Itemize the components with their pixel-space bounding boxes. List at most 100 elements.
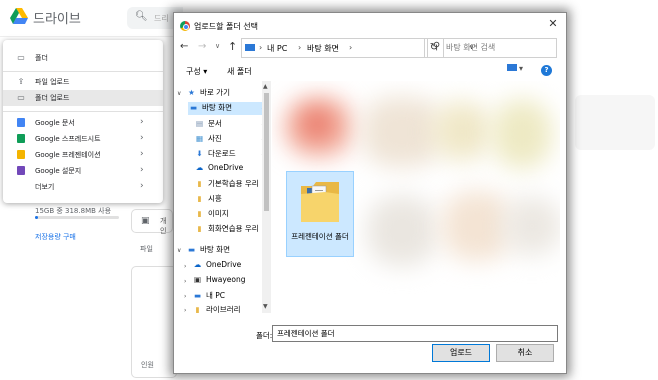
folder-name-field[interactable] [272,325,558,342]
nav-item-pictures[interactable]: ▦사진 📌︎ [194,133,269,146]
breadcrumb-item[interactable]: 내 PC [267,43,287,54]
menu-divider [3,71,163,72]
search-icon: ⚲ [433,41,441,52]
nav-item-user[interactable]: ▣ Hwayeong [192,275,246,288]
menu-item-label: Google 프레젠테이션 [35,151,101,159]
nav-item-onedrive[interactable]: ☁ OneDrive [192,260,242,273]
nav-item-this-pc[interactable]: ▬ 내 PC [192,290,225,303]
pc-icon [245,44,255,51]
scroll-up-icon[interactable]: ▲ [263,83,268,90]
nav-item-folder[interactable]: ▮ 시흥 [194,193,221,206]
cancel-button[interactable]: 취소 [496,344,554,362]
library-icon: ▮ [195,305,200,313]
chevron-right-icon: › [140,149,144,159]
nav-item-label: 바로 가기 [200,88,230,97]
menu-item-label: Google 문서 [35,119,75,127]
menu-divider [3,111,163,112]
nav-item-folder[interactable]: ▮ 회화연습용 우리 [194,223,258,236]
file-card[interactable]: 인원 [131,266,177,378]
help-icon[interactable]: ? [541,65,552,76]
organize-button[interactable]: 구성 ▾ [186,66,207,77]
chevron-right-icon: › [140,181,144,191]
scroll-down-icon[interactable]: ▼ [263,303,268,310]
background-area [565,0,658,380]
more-icon [16,182,26,192]
menu-item-google-sheets[interactable]: Google 스프레드시트 › [3,131,163,147]
new-folder-button[interactable]: 새 폴더 [227,66,252,77]
menu-item-file-upload[interactable]: ⇪ 파일 업로드 [3,74,163,90]
files-section-label: 파일 [140,245,153,253]
search-icon: 🔍︎ [135,11,148,22]
view-options-button[interactable]: ▾ [507,64,523,73]
folder-icon: ▮ [197,194,202,203]
file-card-label: 인원 [141,361,154,369]
menu-item-google-docs[interactable]: Google 문서 › [3,115,163,131]
slides-icon [16,150,26,160]
buy-storage-link[interactable]: 저장용량 구매 [35,232,76,242]
nav-item-folder[interactable]: ▮ 이미지 [194,208,229,221]
new-folder-icon: ▭ [17,53,25,62]
breadcrumb-item[interactable]: 바탕 화면 [307,43,339,54]
nav-item-onedrive-pinned[interactable]: ☁ OneDrive [194,163,244,176]
breadcrumb-separator: › [349,43,353,52]
nav-item-label: 다운로드 [208,149,236,158]
drive-title: 드라이브 [33,12,81,27]
folder-field-label: 폴더: [256,331,273,340]
nav-item-libraries[interactable]: ▮ 라이브러리 [192,304,240,313]
drive-logo-icon [10,8,28,24]
forms-icon [16,166,26,176]
recent-locations-chevron-icon[interactable]: ∨ [215,42,220,50]
desktop-icon: ▬ [189,103,198,112]
menu-item-label: 더보기 [35,183,55,191]
up-arrow-icon[interactable]: ↑ [228,40,237,53]
nav-item-label: 이미지 [208,209,229,218]
menu-item-folder-upload[interactable]: ▭ 폴더 업로드 [3,90,163,106]
storage-usage-bar [35,216,119,219]
nav-item-label: 문서 [208,119,222,128]
menu-item-label: 폴더 [35,54,48,62]
scrollbar-thumb[interactable] [264,93,269,211]
navigation-pane: ∨ ★바로 가기 ▬바탕 화면 📌︎ ▤문서 📌︎ ▦사진 📌︎ ⬇다운로드 📌… [174,81,270,314]
nav-item-documents[interactable]: ▤문서 📌︎ [194,118,269,131]
selected-folder-item[interactable]: 프레젠테이션 폴더 [286,171,354,257]
menu-item-label: Google 스프레드시트 [35,135,101,143]
menu-item-more[interactable]: 더보기 › [3,179,163,195]
forward-arrow-icon[interactable]: → [198,41,206,52]
folder-search-box[interactable]: ⚲ [427,38,557,58]
menu-item-label: 폴더 업로드 [35,94,70,102]
nav-item-folder[interactable]: ▮ 기본학습용 우리 [194,178,258,191]
shared-drive-row[interactable]: ▣ 개인 [131,209,173,235]
nav-item-downloads[interactable]: ⬇다운로드 📌︎ [194,148,268,161]
blurred-item [367,196,437,266]
nav-pane-scrollbar[interactable]: ▲ ▼ [262,81,271,313]
nav-item-desktop[interactable]: ▬바탕 화면 📌︎ [188,102,269,115]
chevron-right-icon[interactable]: › [184,263,186,270]
onedrive-icon: ☁ [193,260,202,269]
chevron-right-icon[interactable]: › [184,293,186,300]
folder-search-input[interactable] [446,41,550,54]
onedrive-icon: ☁ [195,163,204,172]
nav-item-quick-access[interactable]: ★ 바로 가기 [186,87,230,100]
nav-item-label: 내 PC [206,291,226,300]
close-icon[interactable]: ✕ [546,17,560,31]
pictures-icon: ▦ [195,134,204,143]
folder-select-dialog: 업로드할 폴더 선택 ✕ ← → ∨ ↑ › 내 PC › 바탕 화면 › ∨ … [173,12,567,374]
download-icon: ⬇ [196,149,203,158]
chevron-down-icon[interactable]: ∨ [177,247,181,254]
blurred-item [502,196,560,256]
menu-item-google-forms[interactable]: Google 설문지 › [3,163,163,179]
pc-icon: ▬ [193,291,202,300]
menu-item-google-slides[interactable]: Google 프레젠테이션 › [3,147,163,163]
chevron-right-icon[interactable]: › [184,278,186,285]
folder-icon: ▮ [197,209,202,218]
chevron-down-icon[interactable]: ∨ [177,90,181,97]
upload-button[interactable]: 업로드 [432,344,490,362]
address-bar[interactable]: › 내 PC › 바탕 화면 › ∨ [241,38,474,58]
menu-item-new-folder[interactable]: ▭ 폴더 [3,50,163,66]
documents-icon: ▤ [195,119,204,128]
chevron-right-icon[interactable]: › [184,307,186,314]
selected-folder-label: 프레젠테이션 폴더 [291,232,349,241]
breadcrumb-separator: › [298,43,302,52]
nav-item-desktop-root[interactable]: ▬ 바탕 화면 [186,244,230,257]
back-arrow-icon[interactable]: ← [180,41,188,52]
